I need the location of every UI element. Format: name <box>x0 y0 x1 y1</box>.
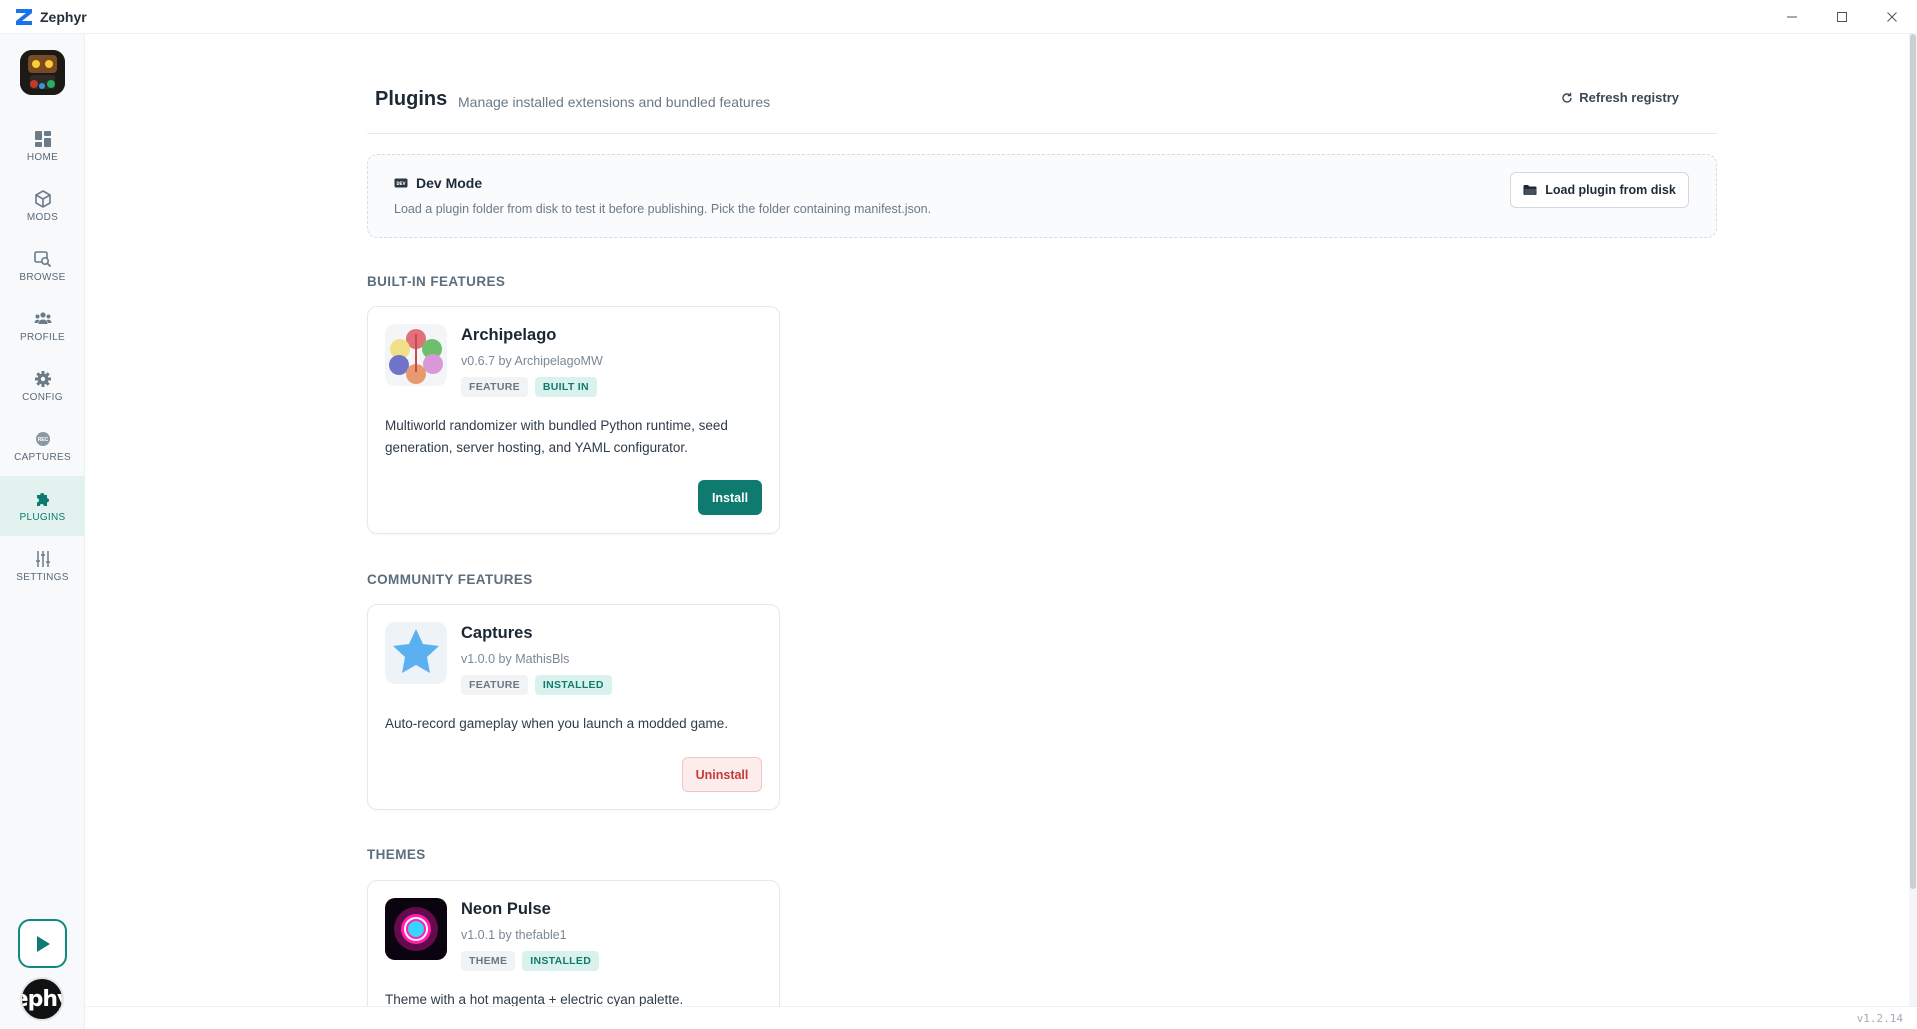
refresh-icon <box>1562 92 1572 103</box>
sidebar-item-settings[interactable]: SETTINGS <box>0 536 85 596</box>
plugin-name: Neon Pulse <box>461 900 551 918</box>
svg-text:DEV: DEV <box>396 181 405 187</box>
zephyr-logo-icon <box>14 7 34 27</box>
archipelago-logo-icon <box>385 324 447 386</box>
dev-icon: DEV <box>394 178 408 188</box>
sidebar-item-profile[interactable]: PROFILE <box>0 296 85 356</box>
dev-mode-title: DEV Dev Mode <box>394 175 482 191</box>
plugin-description: Multiworld randomizer with bundled Pytho… <box>385 418 728 455</box>
scrollbar-thumb[interactable] <box>1910 34 1916 889</box>
window-controls <box>1767 0 1917 34</box>
type-badge: THEME <box>461 951 516 971</box>
page-subtitle: Manage installed extensions and bundled … <box>458 94 771 110</box>
plugin-badges: FEATURE BUILT IN <box>461 377 597 397</box>
sidebar-item-mods[interactable]: MODS <box>0 176 85 236</box>
section-builtin-features: BUILT-IN FEATURES <box>367 274 506 289</box>
status-badge: INSTALLED <box>534 675 612 695</box>
load-plugin-button[interactable]: Load plugin from disk <box>1510 172 1689 208</box>
status-badge: INSTALLED <box>522 951 600 971</box>
install-button[interactable]: Install <box>698 480 762 515</box>
sidebar-item-home[interactable]: HOME <box>0 116 85 176</box>
maximize-icon[interactable] <box>1817 0 1867 34</box>
plugin-version: v1.0.1 by thefable1 <box>461 928 567 942</box>
gear-icon <box>34 370 51 387</box>
plugin-description: Theme with a hot magenta + electric cyan… <box>385 992 684 1006</box>
plugin-description: Auto-record gameplay when you launch a m… <box>385 716 728 731</box>
sidebar-item-config[interactable]: CONFIG <box>0 356 85 416</box>
users-icon <box>34 311 51 324</box>
page-header: Plugins Manage installed extensions and … <box>367 84 1717 134</box>
browse-search-icon <box>33 250 51 267</box>
sidebar-item-browse[interactable]: BROWSE <box>0 236 85 296</box>
plugin-card-captures: Captures v1.0.0 by MathisBls FEATURE INS… <box>367 604 780 810</box>
plugin-version: v0.6.7 by ArchipelagoMW <box>461 354 603 368</box>
record-icon: REC <box>35 431 50 446</box>
load-plugin-label: Load plugin from disk <box>1545 183 1676 197</box>
puzzle-icon <box>36 492 49 506</box>
sliders-icon <box>35 550 50 567</box>
main-content: Plugins Manage installed extensions and … <box>85 34 1917 1006</box>
folder-icon <box>1523 185 1537 195</box>
sidebar-item-label: PLUGINS <box>19 511 66 523</box>
account-avatar-text: ephy <box>22 986 62 1012</box>
sidebar-item-plugins[interactable]: PLUGINS <box>0 476 85 536</box>
sidebar-item-label: SETTINGS <box>16 571 69 583</box>
dev-mode-description: Load a plugin folder from disk to test i… <box>394 202 932 216</box>
captures-star-icon <box>385 622 447 684</box>
app-title: Zephyr <box>40 8 87 25</box>
status-badge: BUILT IN <box>534 377 597 397</box>
type-badge: FEATURE <box>461 675 528 695</box>
play-icon <box>36 935 50 952</box>
status-footer: v1.2.14 <box>85 1006 1917 1029</box>
minimize-icon[interactable] <box>1767 0 1817 34</box>
dev-mode-title-text: Dev Mode <box>416 175 483 191</box>
refresh-registry-button[interactable]: Refresh registry <box>1561 90 1679 105</box>
refresh-registry-label: Refresh registry <box>1579 90 1679 105</box>
svg-text:REC: REC <box>37 437 48 443</box>
sidebar-item-label: HOME <box>26 151 59 163</box>
page-title: Plugins <box>375 88 448 110</box>
sidebar-item-label: CONFIG <box>22 391 63 403</box>
main-scrollbar[interactable] <box>1909 34 1917 1006</box>
plugin-version: v1.0.0 by MathisBls <box>461 652 570 666</box>
plugin-card-archipelago: Archipelago v0.6.7 by ArchipelagoMW FEAT… <box>367 306 780 534</box>
sidebar-item-label: BROWSE <box>19 271 66 283</box>
cube-icon <box>34 189 51 208</box>
sidebar-item-captures[interactable]: REC CAPTURES <box>0 416 85 476</box>
plugin-name: Captures <box>461 624 533 642</box>
uninstall-button[interactable]: Uninstall <box>682 757 762 792</box>
app-version: v1.2.14 <box>1856 1012 1903 1025</box>
sidebar-nav: HOME MODS BROWSE PROFILE CONFIG REC CAPT… <box>0 116 85 596</box>
account-avatar[interactable]: ephy <box>20 977 64 1021</box>
title-bar: Zephyr <box>0 0 1917 34</box>
sidebar-item-label: MODS <box>26 211 59 223</box>
section-themes: THEMES <box>367 847 426 862</box>
sidebar-item-label: CAPTURES <box>14 451 71 463</box>
plugin-card-neon-pulse: Neon Pulse v1.0.1 by thefable1 THEME INS… <box>367 880 780 1006</box>
home-grid-icon <box>34 130 51 147</box>
plugin-badges: FEATURE INSTALLED <box>461 675 612 695</box>
profile-avatar[interactable] <box>20 50 65 95</box>
plugin-badges: THEME INSTALLED <box>461 951 600 971</box>
section-community-features: COMMUNITY FEATURES <box>367 572 533 587</box>
close-icon[interactable] <box>1867 0 1917 34</box>
plugin-name: Archipelago <box>461 326 557 344</box>
type-badge: FEATURE <box>461 377 528 397</box>
neon-pulse-logo-icon <box>385 898 447 960</box>
sidebar: HOME MODS BROWSE PROFILE CONFIG REC CAPT… <box>0 34 85 1029</box>
dev-mode-panel: DEV Dev Mode Load a plugin folder from d… <box>367 154 1717 238</box>
launch-game-button[interactable] <box>18 919 67 968</box>
sidebar-item-label: PROFILE <box>20 331 65 343</box>
